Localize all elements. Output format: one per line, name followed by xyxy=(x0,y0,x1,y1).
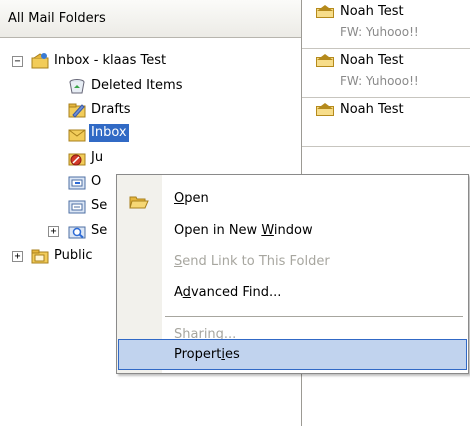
envelope-icon xyxy=(316,54,334,67)
message-item[interactable]: Noah Test FW: Yuhooo!! xyxy=(302,49,470,98)
tree-item-label: Public xyxy=(54,248,93,263)
folder-context-menu: Open Open in New Window Send Link to Thi… xyxy=(116,174,469,374)
tree-item-inbox[interactable]: Inbox xyxy=(0,122,300,146)
tree-item-label: Inbox - klaas Test xyxy=(54,53,167,68)
menu-item-label: Open xyxy=(174,191,209,206)
tree-item-label: Ju xyxy=(91,150,104,165)
menu-item-send-link[interactable]: Send Link to This Folder xyxy=(118,246,467,278)
message-item[interactable]: Noah Test xyxy=(302,98,470,147)
menu-item-label: Send Link to This Folder xyxy=(174,254,330,269)
inbox-icon xyxy=(68,126,86,142)
tree-item-label: Se xyxy=(91,198,108,213)
tree-item-drafts[interactable]: Drafts xyxy=(0,98,300,122)
message-subject: FW: Yuhooo!! xyxy=(340,25,419,39)
menu-item-properties[interactable]: Properties xyxy=(118,339,467,370)
open-folder-icon xyxy=(129,191,149,209)
tree-item-mailbox[interactable]: − Inbox - klaas Test xyxy=(0,49,300,73)
sent-items-icon xyxy=(68,198,86,214)
message-sender: Noah Test xyxy=(340,102,404,117)
message-sender: Noah Test xyxy=(340,4,404,19)
tree-item-junk[interactable]: Ju xyxy=(0,146,300,170)
deleted-items-icon xyxy=(68,78,86,94)
outbox-icon xyxy=(68,174,86,190)
menu-item-label: Advanced Find... xyxy=(174,285,282,300)
drafts-icon xyxy=(68,102,86,118)
message-sender: Noah Test xyxy=(340,53,404,68)
menu-item-label: Open in New Window xyxy=(174,223,313,238)
message-item[interactable]: Noah Test FW: Yuhooo!! xyxy=(302,0,470,49)
folder-pane-header[interactable]: All Mail Folders xyxy=(0,0,301,38)
menu-item-advanced-find[interactable]: Advanced Find... xyxy=(118,277,467,309)
expand-icon[interactable]: + xyxy=(48,226,59,237)
tree-item-label: Se xyxy=(91,223,108,238)
tree-item-label: O xyxy=(91,174,102,189)
collapse-icon[interactable]: − xyxy=(12,56,23,67)
menu-separator xyxy=(165,316,463,317)
tree-item-label: Drafts xyxy=(91,102,131,117)
menu-item-open-new-window[interactable]: Open in New Window xyxy=(118,215,467,247)
mailbox-icon xyxy=(31,53,49,69)
tree-item-deleted-items[interactable]: Deleted Items xyxy=(0,74,300,98)
menu-item-label: Properties xyxy=(174,347,240,362)
search-folders-icon xyxy=(68,223,86,239)
tree-item-label: Deleted Items xyxy=(91,78,183,93)
message-subject: FW: Yuhooo!! xyxy=(340,74,419,88)
expand-icon[interactable]: + xyxy=(12,251,23,262)
envelope-icon xyxy=(316,5,334,18)
folder-pane-title: All Mail Folders xyxy=(8,11,106,26)
menu-item-open[interactable]: Open xyxy=(118,183,467,215)
envelope-icon xyxy=(316,103,334,116)
public-folders-icon xyxy=(31,248,49,264)
junk-icon xyxy=(68,150,86,166)
tree-item-label: Inbox xyxy=(89,124,129,142)
